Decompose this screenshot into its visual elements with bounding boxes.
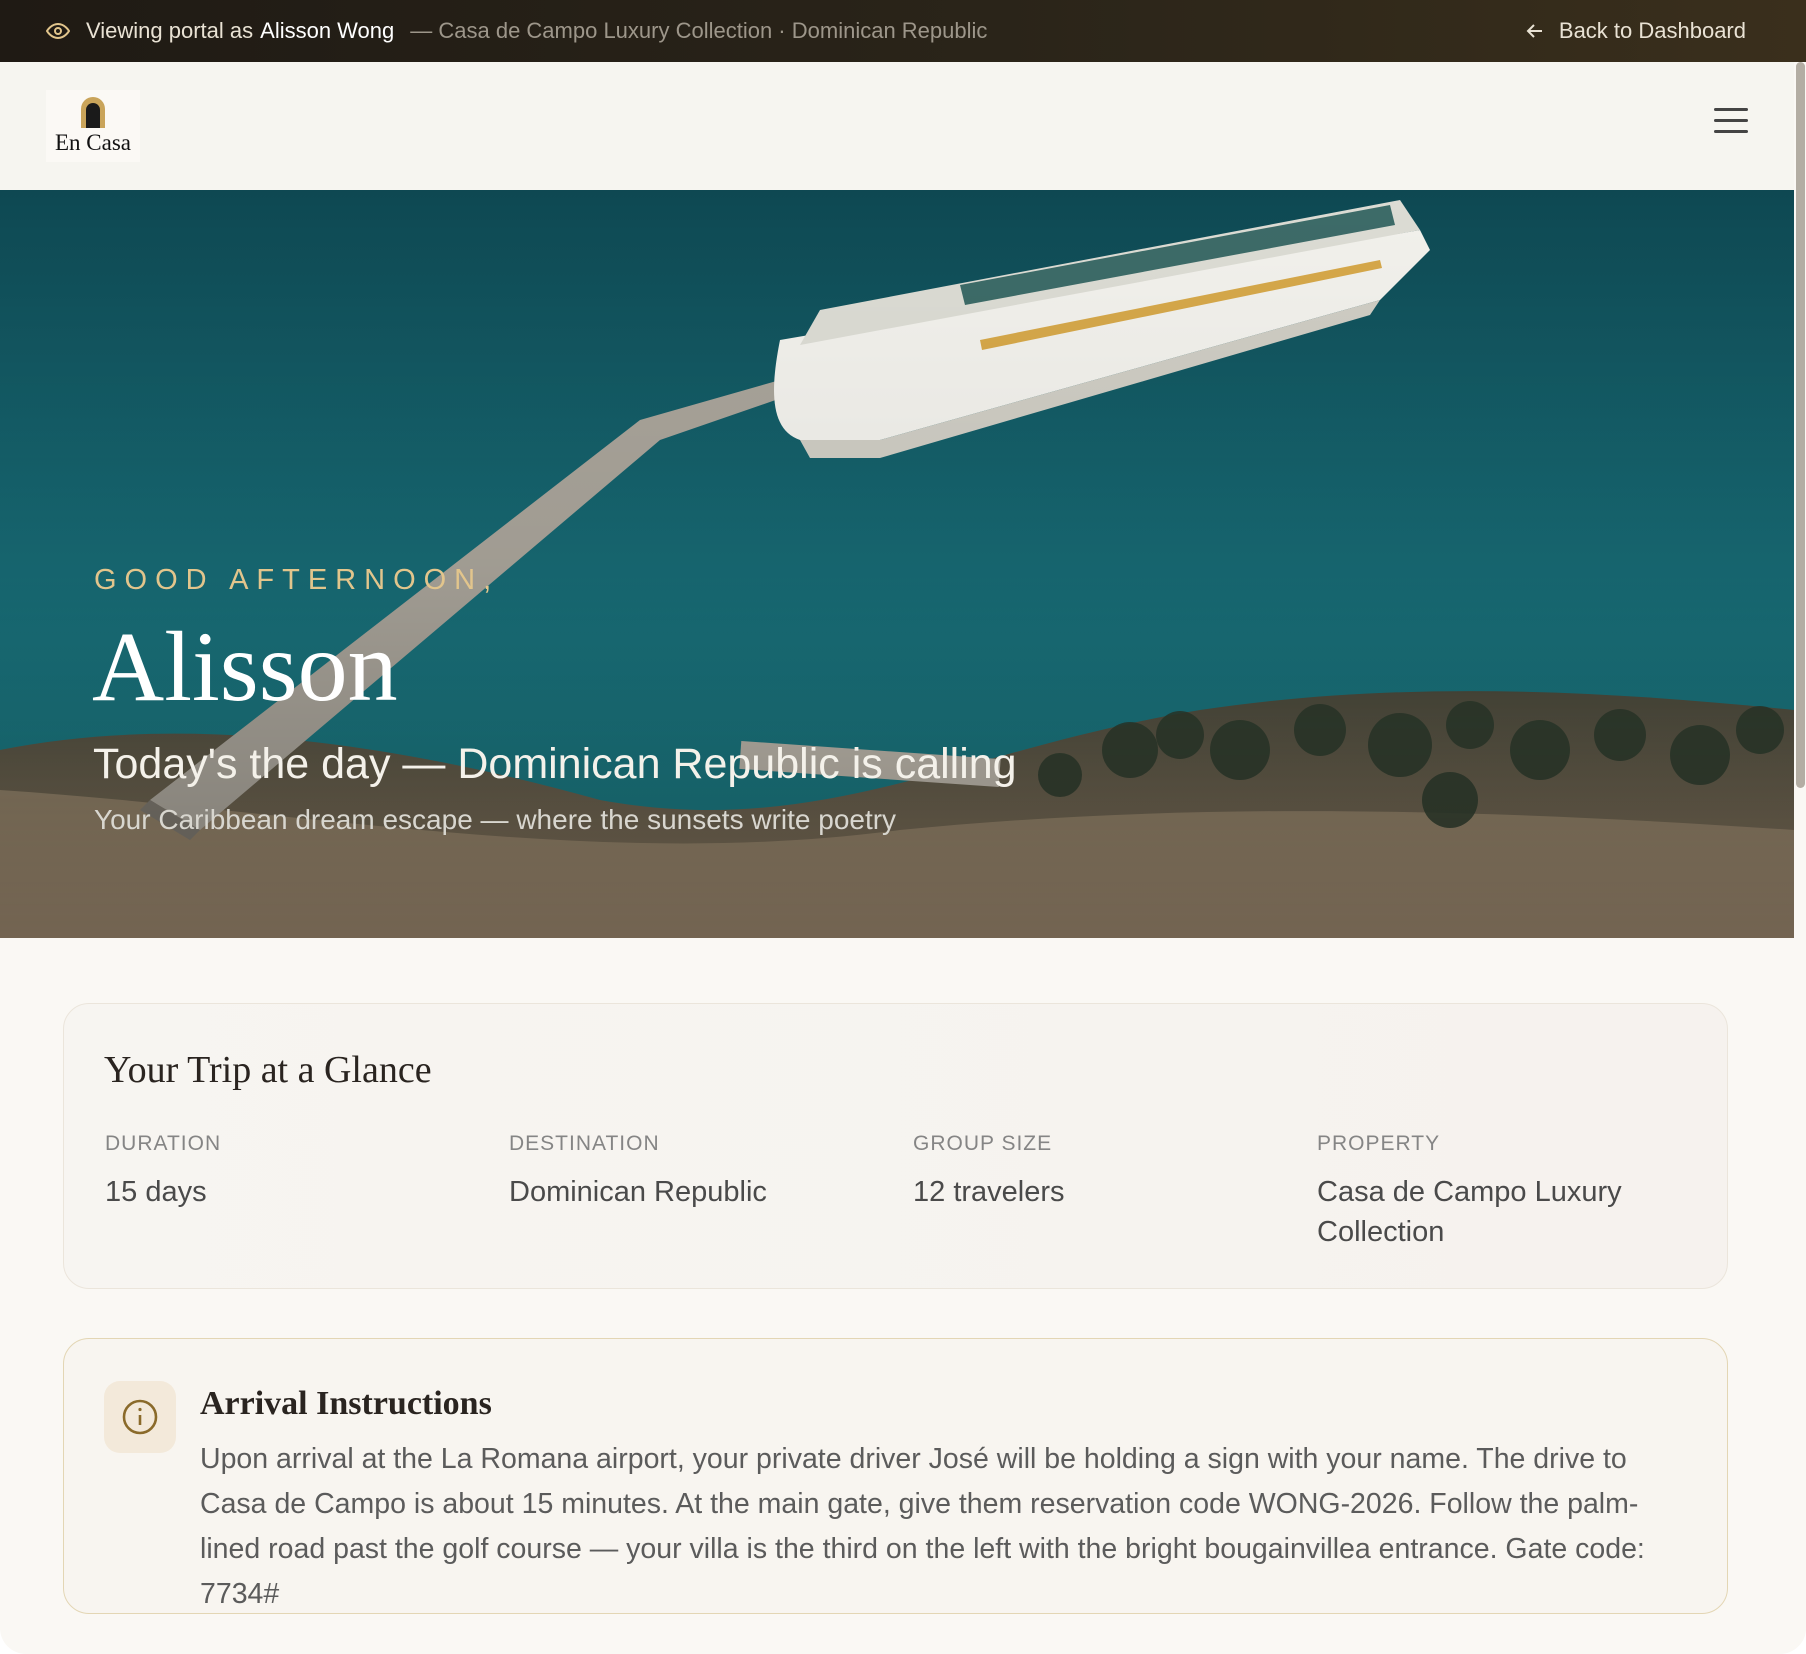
viewing-banner: Viewing portal as Alisson Wong — Casa de… — [0, 0, 1806, 62]
hero-subtitle: Your Caribbean dream escape — where the … — [94, 804, 897, 835]
logo-text: En Casa — [54, 130, 131, 155]
hero-banner: GOOD AFTERNOON, Alisson Today's the day … — [0, 190, 1794, 938]
viewing-user-name: Alisson Wong — [260, 18, 395, 43]
stat-duration: DURATION 15 days — [105, 1132, 435, 1212]
viewing-context: — Casa de Campo Luxury Collection · Domi… — [410, 18, 988, 43]
hero-name: Alisson — [92, 611, 398, 722]
arrow-left-icon — [1526, 24, 1542, 38]
stat-label: DESTINATION — [509, 1132, 660, 1155]
back-to-dashboard-label: Back to Dashboard — [1558, 18, 1746, 43]
info-badge — [104, 1381, 176, 1453]
eye-icon — [46, 22, 70, 40]
arrival-text: Upon arrival at the La Romana airport, y… — [200, 1443, 1645, 1610]
portal-page: Viewing portal as Alisson Wong — Casa de… — [0, 0, 1806, 1654]
stat-value: 12 travelers — [913, 1176, 1065, 1208]
hero-tagline: Today's the day — Dominican Republic is … — [93, 740, 1017, 788]
arch-logo-icon — [81, 97, 105, 128]
stat-value: Casa de Campo Luxury Collection — [1317, 1176, 1622, 1248]
stat-destination: DESTINATION Dominican Republic — [509, 1132, 839, 1212]
arrival-title: Arrival Instructions — [200, 1385, 492, 1422]
stat-property: PROPERTY Casa de Campo Luxury Collection — [1317, 1132, 1647, 1252]
viewing-info: Viewing portal as Alisson Wong — Casa de… — [46, 0, 987, 62]
back-to-dashboard-link[interactable]: Back to Dashboard — [1525, 0, 1746, 62]
trip-card-title: Your Trip at a Glance — [104, 1049, 432, 1091]
trip-at-a-glance-card: Your Trip at a Glance DURATION 15 days D… — [63, 1003, 1728, 1289]
en-casa-logo[interactable]: En Casa — [46, 90, 140, 162]
hamburger-menu-icon[interactable] — [1714, 108, 1748, 138]
viewing-prefix: Viewing portal as — [86, 18, 254, 43]
stat-value: 15 days — [105, 1176, 207, 1208]
hero-greeting: GOOD AFTERNOON, — [94, 564, 500, 596]
scrollbar-thumb[interactable] — [1796, 62, 1805, 788]
stat-label: DURATION — [105, 1132, 222, 1155]
stat-label: PROPERTY — [1317, 1132, 1441, 1155]
site-header: En Casa — [0, 62, 1794, 191]
stat-group-size: GROUP SIZE 12 travelers — [913, 1132, 1243, 1212]
arrival-instructions-card: Arrival Instructions Upon arrival at the… — [63, 1338, 1728, 1614]
info-icon — [122, 1399, 158, 1435]
stat-value: Dominican Republic — [509, 1176, 767, 1208]
stat-label: GROUP SIZE — [913, 1132, 1053, 1155]
